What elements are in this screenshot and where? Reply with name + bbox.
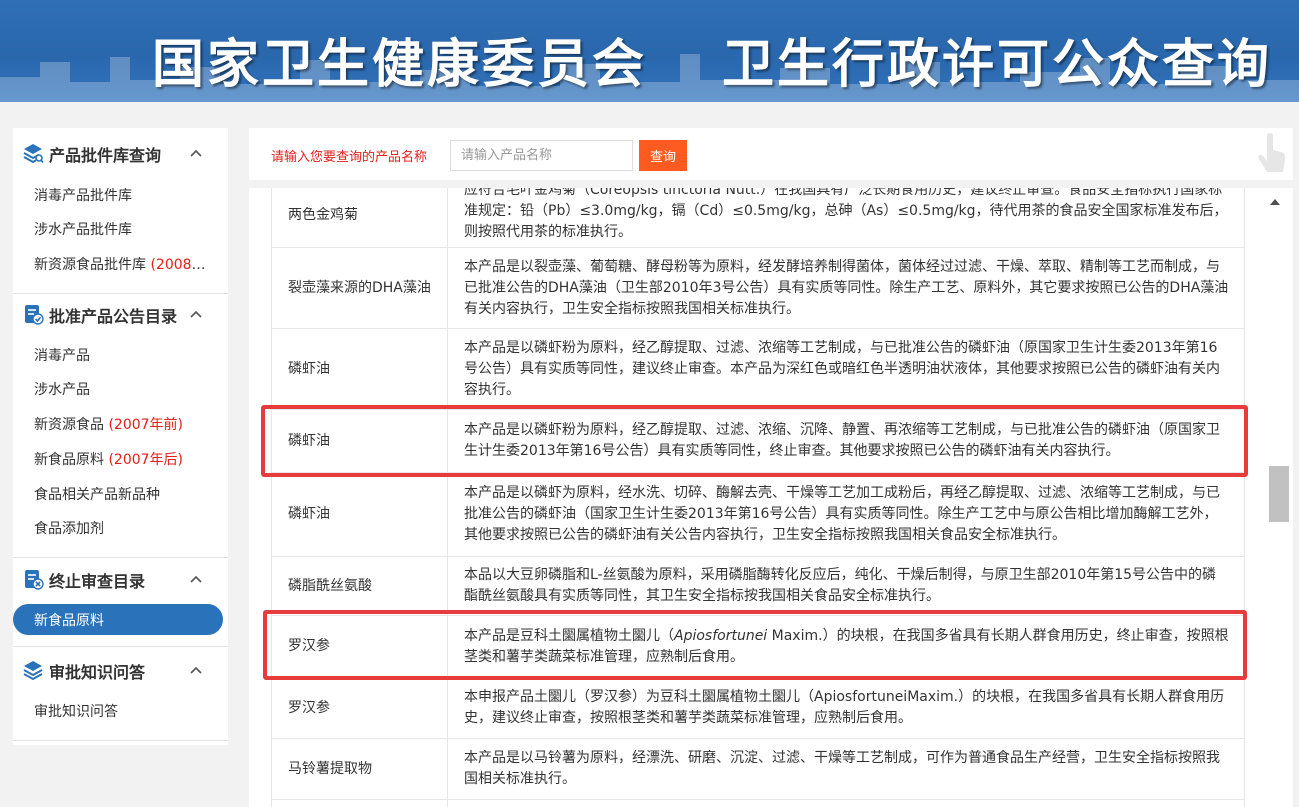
banner-title-query: 卫生行政许可公众查询: [722, 34, 1273, 95]
divider: [13, 557, 228, 558]
product-desc-cell: 本品以大豆卵磷脂和L-丝氨酸为原料，采用磷脂酶转化反应后，纯化、干燥后制得，与原…: [447, 556, 1245, 616]
product-desc-cell: 本产品是豆科土圞属植物土圞儿（Apiosfortunei Maxim.）的块根，…: [447, 615, 1245, 678]
table-row: 磷虾油 本产品是以磷虾为原料，经水洗、切碎、酶解去壳、干燥等工艺加工成粉后，再经…: [271, 472, 1245, 557]
table-row: 罗汉参 本产品是豆科土圞属植物土圞儿（Apiosfortunei Maxim.）…: [271, 615, 1245, 678]
product-desc: 应符合毛叶金鸡菊（Coreopsis tinctoria Nutt.）在我国具有…: [464, 188, 1228, 240]
product-name-cell: 磷虾油: [271, 472, 448, 557]
search-label: 请输入您要查询的产品名称: [271, 150, 428, 165]
sidebar-item-new-resource-food-approvals[interactable]: 新资源食品批件库 (2008年后): [34, 254, 214, 274]
search-input[interactable]: [450, 140, 633, 171]
product-desc-cell: [447, 799, 1245, 807]
divider: [13, 646, 228, 647]
product-desc-cell: 本产品是以裂壶藻、葡萄糖、酵母粉等为原料，经发酵培养制得菌体，菌体经过过滤、干燥…: [447, 247, 1245, 329]
sidebar-item-new-resource-food[interactable]: 新资源食品 (2007年前): [34, 414, 214, 434]
section-terminated-review-catalog[interactable]: 终止审查目录: [13, 562, 228, 596]
table-row: 裂壶藻来源的DHA藻油 本产品是以裂壶藻、葡萄糖、酵母粉等为原料，经发酵培养制得…: [271, 247, 1245, 329]
product-name-cell: 罗汉参: [271, 615, 448, 678]
table-row: 马铃薯提取物 本产品是以马铃薯为原料，经漂洗、研磨、沉淀、过滤、干燥等工艺制成，…: [271, 738, 1245, 800]
sidebar-item-knowledge-qa[interactable]: 审批知识问答: [34, 701, 214, 721]
product-desc-cell: 本产品是以磷虾为原料，经水洗、切碎、酶解去壳、干燥等工艺加工成粉后，再经乙醇提取…: [447, 472, 1245, 557]
section-title: 批准产品公告目录: [49, 307, 178, 326]
search-button[interactable]: 查询: [639, 140, 687, 171]
section-title: 产品批件库查询: [49, 146, 162, 165]
chevron-up-icon[interactable]: [189, 572, 203, 586]
sidebar-item-water-products[interactable]: 涉水产品: [34, 379, 214, 399]
sidebar-item-food-related-products[interactable]: 食品相关产品新品种: [34, 484, 214, 504]
product-name-cell: 两色金鸡菊: [271, 188, 448, 248]
sidebar-item-water-approvals[interactable]: 涉水产品批件库: [34, 219, 214, 239]
product-name-cell: [271, 799, 448, 807]
header-banner: 国家卫生健康委员会 卫生行政许可公众查询: [0, 0, 1299, 102]
scrollbar-thumb[interactable]: [1269, 466, 1289, 522]
product-desc-cell: 本产品是以磷虾粉为原料，经乙醇提取、过滤、浓缩等工艺制成，与已批准公告的磷虾油（…: [447, 328, 1245, 410]
product-name-cell: 裂壶藻来源的DHA藻油: [271, 247, 448, 329]
product-desc-cell: 本产品是以磷虾粉为原料，经乙醇提取、过滤、浓缩、沉降、静置、再浓缩等工艺制成，与…: [447, 409, 1245, 473]
table-row: 罗汉参 本申报产品土圞儿（罗汉参）为豆科土圞属植物土圞儿（Apiosfortun…: [271, 677, 1245, 739]
sidebar-item-disinfection-products[interactable]: 消毒产品: [34, 345, 214, 365]
sidebar-item-disinfection-approvals[interactable]: 消毒产品批件库: [34, 185, 214, 205]
section-title: 审批知识问答: [49, 663, 146, 682]
banner-title-commission: 国家卫生健康委员会: [152, 34, 648, 95]
product-desc-cell: 本申报产品土圞儿（罗汉参）为豆科土圞属植物土圞儿（ApiosfortuneiMa…: [447, 677, 1245, 739]
table-row: [271, 799, 1245, 807]
product-name-cell: 磷虾油: [271, 328, 448, 410]
product-name-cell: 磷脂酰丝氨酸: [271, 556, 448, 616]
table-row: 磷虾油 本产品是以磷虾粉为原料，经乙醇提取、过滤、浓缩等工艺制成，与已批准公告的…: [271, 328, 1245, 410]
section-product-approval-query[interactable]: 产品批件库查询: [13, 136, 228, 170]
search-bar: 请输入您要查询的产品名称 查询: [249, 128, 1293, 180]
section-approved-product-catalog[interactable]: 批准产品公告目录: [13, 297, 228, 331]
search-icon: [23, 144, 44, 164]
chevron-up-icon[interactable]: [189, 307, 203, 321]
table-row: 两色金鸡菊 应符合毛叶金鸡菊（Coreopsis tinctoria Nutt.…: [271, 188, 1245, 248]
divider: [13, 293, 228, 294]
sidebar-item-new-food-materials[interactable]: 新食品原料 (2007年后): [34, 449, 214, 469]
sidebar: 产品批件库查询 消毒产品批件库 涉水产品批件库 新资源食品批件库 (2008年后…: [13, 128, 228, 745]
chevron-up-icon[interactable]: [189, 146, 203, 160]
product-desc-cell: 本产品是以马铃薯为原料，经漂洗、研磨、沉淀、过滤、干燥等工艺制成，可作为普通食品…: [447, 738, 1245, 800]
product-desc-cell: 应符合毛叶金鸡菊（Coreopsis tinctoria Nutt.）在我国具有…: [447, 188, 1245, 248]
hand-pointer-icon: [1258, 133, 1286, 172]
product-name-cell: 罗汉参: [271, 677, 448, 739]
cancel-list-icon: [25, 570, 44, 590]
checklist-icon: [25, 305, 44, 325]
product-name-cell: 马铃薯提取物: [271, 738, 448, 800]
section-approval-knowledge-qa[interactable]: 审批知识问答: [13, 653, 228, 687]
chevron-up-icon[interactable]: [189, 663, 203, 677]
sidebar-item-new-food-materials-terminated[interactable]: 新食品原料: [13, 604, 223, 635]
divider: [13, 740, 228, 741]
table-row: 磷脂酰丝氨酸 本品以大豆卵磷脂和L-丝氨酸为原料，采用磷脂酶转化反应后，纯化、干…: [271, 556, 1245, 616]
results-panel: 两色金鸡菊 应符合毛叶金鸡菊（Coreopsis tinctoria Nutt.…: [249, 188, 1293, 807]
product-name-cell: 磷虾油: [271, 409, 448, 473]
section-title: 终止审查目录: [49, 572, 146, 591]
results-table: 两色金鸡菊 应符合毛叶金鸡菊（Coreopsis tinctoria Nutt.…: [271, 188, 1245, 807]
table-row: 磷虾油 本产品是以磷虾粉为原料，经乙醇提取、过滤、浓缩、沉降、静置、再浓缩等工艺…: [271, 409, 1245, 473]
qa-icon: [23, 661, 43, 681]
sidebar-item-food-additives[interactable]: 食品添加剂: [34, 518, 214, 538]
scroll-up-arrow-icon[interactable]: [1269, 197, 1281, 207]
